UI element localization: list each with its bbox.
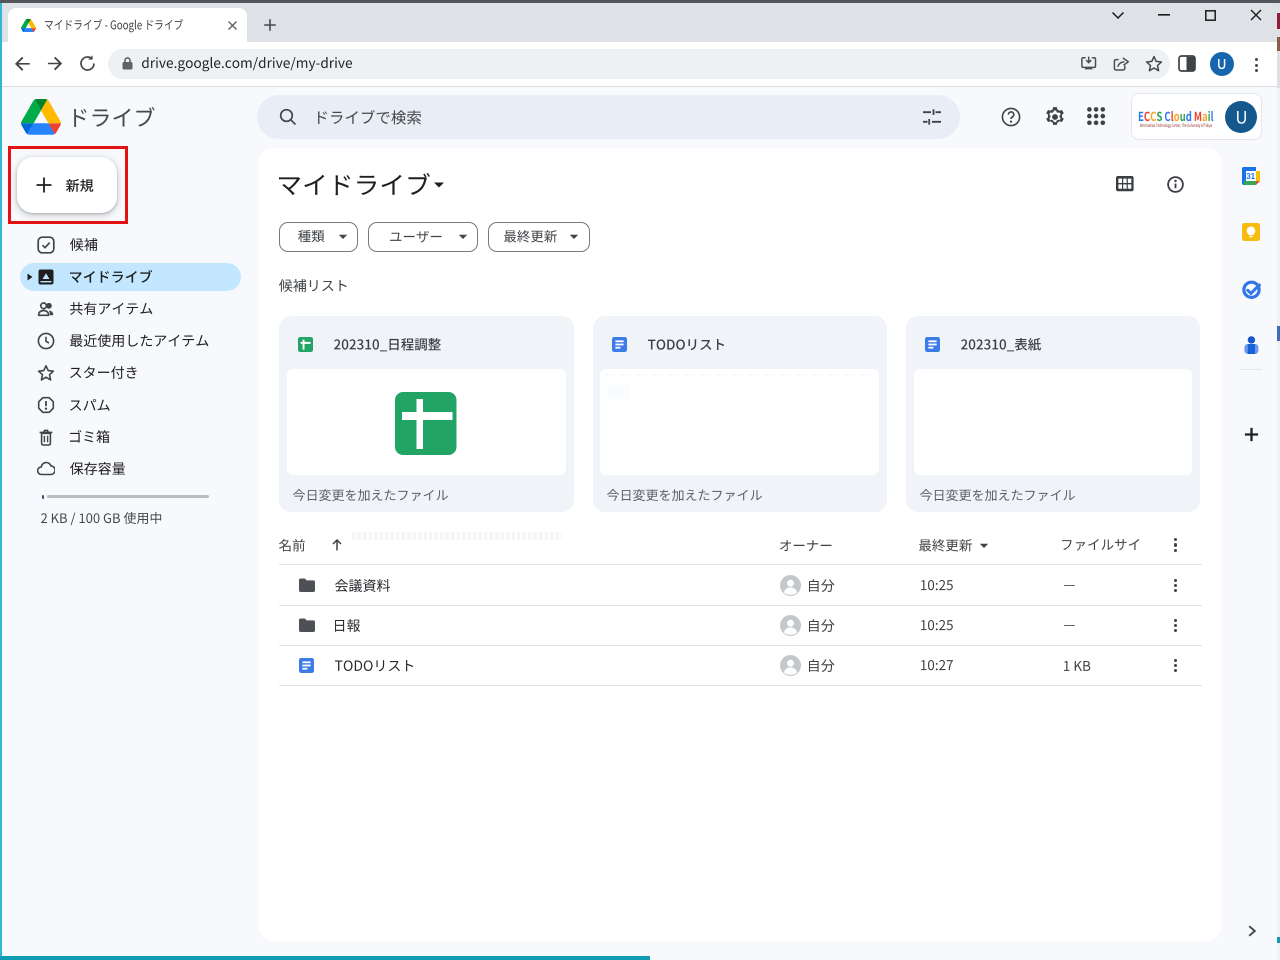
svg-text:31: 31 [1246,172,1255,181]
